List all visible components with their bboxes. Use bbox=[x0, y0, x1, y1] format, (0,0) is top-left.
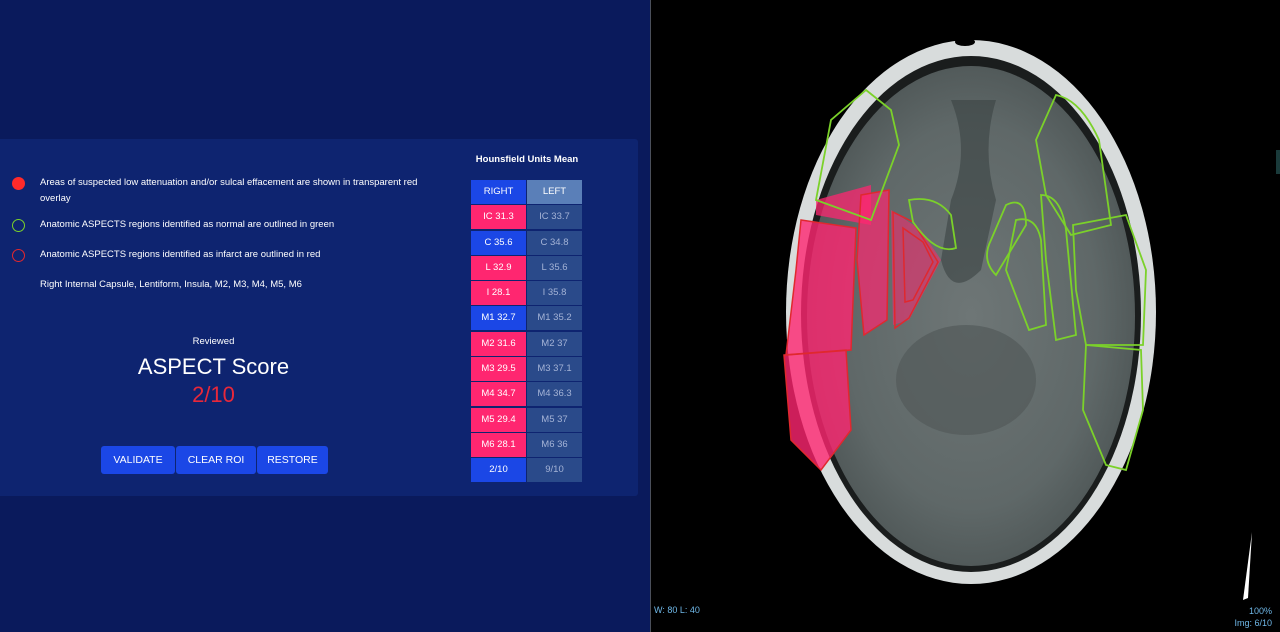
zoom-readout: 100% bbox=[1248, 606, 1272, 616]
hu-row: 2/10 9/10 bbox=[471, 458, 583, 483]
legend-item-normal: Anatomic ASPECTS regions identified as n… bbox=[12, 217, 432, 237]
hu-cell-right[interactable]: M5 29.4 bbox=[471, 407, 526, 432]
legend-text: Areas of suspected low attenuation and/o… bbox=[40, 177, 418, 204]
hu-cell-left[interactable]: M3 37.1 bbox=[527, 357, 582, 382]
hu-cell-left[interactable]: M5 37 bbox=[527, 407, 582, 432]
hu-header-row: RIGHT LEFT bbox=[471, 180, 583, 204]
ct-scan-image[interactable] bbox=[651, 0, 1280, 632]
infarct-regions-text: Right Internal Capsule, Lentiform, Insul… bbox=[40, 279, 302, 290]
hu-cell-right[interactable]: M6 28.1 bbox=[471, 432, 526, 457]
hu-table: RIGHT LEFT IC 31.3 IC 33.7 C 35.6 C 34.8 L 3… bbox=[471, 180, 583, 484]
hu-table-title: Hounsfield Units Mean bbox=[475, 154, 579, 165]
score-value: 2/10 bbox=[192, 382, 235, 407]
hu-cell-right[interactable]: 2/10 bbox=[471, 458, 526, 483]
hu-row: C 35.6 C 34.8 bbox=[471, 230, 583, 255]
hu-cell-left[interactable]: L 35.6 bbox=[527, 255, 582, 280]
hu-cell-left[interactable]: M4 36.3 bbox=[527, 382, 582, 407]
hu-row: M3 29.5 M3 37.1 bbox=[471, 357, 583, 382]
red-ring-icon bbox=[12, 249, 25, 262]
action-buttons: VALIDATE CLEAR ROI RESTORE bbox=[101, 446, 328, 474]
green-ring-icon bbox=[12, 219, 25, 232]
legend-item-low-attenuation: Areas of suspected low attenuation and/o… bbox=[12, 175, 432, 207]
reviewed-label: Reviewed bbox=[192, 336, 235, 347]
hu-cell-left[interactable]: M2 37 bbox=[527, 331, 582, 356]
restore-button[interactable]: RESTORE bbox=[257, 446, 328, 474]
hu-cell-left[interactable]: I 35.8 bbox=[527, 281, 582, 306]
clear-roi-button[interactable]: CLEAR ROI bbox=[176, 446, 256, 474]
hu-row: M4 34.7 M4 36.3 bbox=[471, 382, 583, 407]
hu-row: M6 28.1 M6 36 bbox=[471, 432, 583, 457]
hu-cell-left[interactable]: 9/10 bbox=[527, 458, 582, 483]
window-level-readout: W: 80 L: 40 bbox=[654, 605, 700, 615]
hu-row: M1 32.7 M1 35.2 bbox=[471, 306, 583, 331]
aspects-panel: Areas of suspected low attenuation and/o… bbox=[0, 139, 638, 496]
hu-cell-right[interactable]: M1 32.7 bbox=[471, 306, 526, 331]
hu-cell-right[interactable]: I 28.1 bbox=[471, 281, 526, 306]
hu-cell-left[interactable]: M6 36 bbox=[527, 432, 582, 457]
hu-cell-right[interactable]: L 32.9 bbox=[471, 255, 526, 280]
validate-button[interactable]: VALIDATE bbox=[101, 446, 175, 474]
hu-cell-right[interactable]: M4 34.7 bbox=[471, 382, 526, 407]
legend-text: Anatomic ASPECTS regions identified as n… bbox=[40, 219, 335, 230]
hu-row: M2 31.6 M2 37 bbox=[471, 331, 583, 356]
legend-text: Anatomic ASPECTS regions identified as i… bbox=[40, 249, 321, 260]
legend: Areas of suspected low attenuation and/o… bbox=[12, 175, 432, 293]
score-title: ASPECT Score bbox=[137, 354, 290, 379]
infarct-regions-list: Right Internal Capsule, Lentiform, Insul… bbox=[12, 277, 432, 293]
hu-cell-left[interactable]: C 34.8 bbox=[527, 230, 582, 255]
hu-header-left[interactable]: LEFT bbox=[527, 180, 582, 204]
hu-cell-right[interactable]: M2 31.6 bbox=[471, 331, 526, 356]
hu-cell-right[interactable]: C 35.6 bbox=[471, 230, 526, 255]
hu-header-right[interactable]: RIGHT bbox=[471, 180, 526, 204]
hu-row: I 28.1 I 35.8 bbox=[471, 281, 583, 306]
hu-cell-right[interactable]: M3 29.5 bbox=[471, 357, 526, 382]
red-filled-dot-icon bbox=[12, 177, 25, 190]
scroll-handle[interactable] bbox=[1276, 150, 1280, 174]
hu-cell-right[interactable]: IC 31.3 bbox=[471, 205, 526, 230]
orientation-marker bbox=[1243, 532, 1252, 600]
hu-row: IC 31.3 IC 33.7 bbox=[471, 205, 583, 230]
legend-item-infarct: Anatomic ASPECTS regions identified as i… bbox=[12, 247, 432, 267]
midbrain bbox=[896, 325, 1036, 435]
image-index-readout: Img: 6/10 bbox=[1234, 618, 1272, 628]
hu-cell-left[interactable]: M1 35.2 bbox=[527, 306, 582, 331]
hu-row: L 32.9 L 35.6 bbox=[471, 255, 583, 280]
score-block: Reviewed ASPECT Score 2/10 bbox=[100, 336, 327, 409]
hu-row: M5 29.4 M5 37 bbox=[471, 407, 583, 432]
hu-cell-left[interactable]: IC 33.7 bbox=[527, 205, 582, 230]
skull-notch bbox=[955, 38, 975, 46]
